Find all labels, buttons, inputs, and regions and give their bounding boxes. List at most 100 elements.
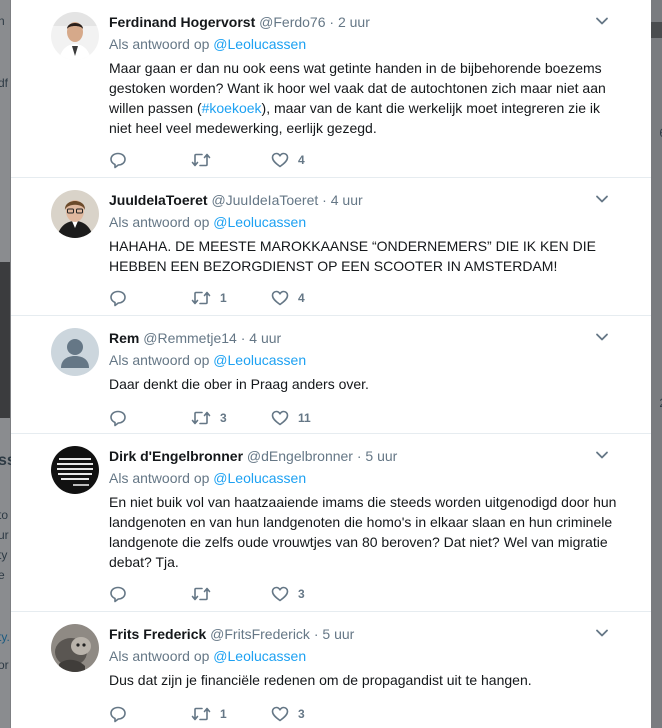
tweet-header: Rem @Remmetje14 · 4 uur (109, 328, 621, 348)
retweet-button[interactable]: 1 (191, 704, 227, 724)
reply-context: Als antwoord op @Leolucassen (109, 646, 306, 666)
retweet-count: 1 (220, 291, 227, 305)
like-icon (271, 409, 289, 427)
reply-label: Als antwoord op (109, 214, 210, 230)
hashtag-link[interactable]: #koekoek (202, 100, 262, 116)
like-button[interactable]: 3 (271, 704, 305, 724)
tweet[interactable]: Rem @Remmetje14 · 4 uur Als antwoord op … (11, 316, 651, 434)
tweet-actions: 3 (109, 584, 409, 604)
tweet-actions: 3 11 (109, 408, 409, 428)
chevron-down-icon[interactable] (595, 626, 609, 640)
separator-dot: · (322, 192, 327, 208)
user-handle[interactable]: @Remmetje14 (143, 330, 237, 346)
user-handle[interactable]: @FritsFrederick (210, 626, 310, 642)
separator-dot: · (356, 448, 362, 464)
background-snippet: to (0, 508, 9, 522)
timestamp[interactable]: 2 uur (338, 14, 370, 30)
retweet-icon (191, 409, 211, 427)
reply-context: Als antwoord op @Leolucassen (109, 350, 306, 370)
separator-dot: · (313, 626, 319, 642)
avatar[interactable] (51, 328, 99, 376)
avatar[interactable] (51, 12, 99, 60)
tweet-actions: 1 4 (109, 288, 409, 308)
mention-link[interactable]: @Leolucassen (213, 352, 306, 368)
retweet-count: 3 (220, 411, 227, 425)
tweet-text: Dus dat zijn je financiële redenen om de… (109, 672, 532, 688)
tweet-header: Ferdinand Hogervorst @Ferdo76 · 2 uur (109, 12, 621, 32)
timestamp[interactable]: 5 uur (365, 448, 397, 464)
display-name[interactable]: Ferdinand Hogervorst (109, 14, 255, 30)
reply-context: Als antwoord op @Leolucassen (109, 34, 306, 54)
user-handle[interactable]: @JuuIdeIaToeret (211, 192, 318, 208)
default-avatar-icon (51, 328, 99, 376)
reply-label: Als antwoord op (109, 470, 210, 486)
chevron-down-icon[interactable] (595, 14, 609, 28)
like-count: 4 (298, 291, 305, 305)
separator-dot: · (329, 14, 335, 30)
timestamp[interactable]: 5 uur (322, 626, 354, 642)
like-count: 3 (298, 587, 305, 601)
background-image-block (0, 262, 10, 418)
reply-button[interactable] (109, 408, 136, 428)
tweet-text: Daar denkt die ober in Praag anders over… (109, 376, 369, 392)
like-button[interactable]: 11 (271, 408, 311, 428)
chevron-down-icon[interactable] (595, 192, 609, 206)
reply-label: Als antwoord op (109, 352, 210, 368)
display-name[interactable]: JuuIdeIaToeret (109, 192, 208, 208)
background-snippet: n (0, 14, 5, 28)
reply-button[interactable] (109, 288, 136, 308)
timestamp[interactable]: 4 uur (331, 192, 363, 208)
retweet-button[interactable]: 1 (191, 288, 227, 308)
avatar[interactable] (51, 190, 99, 238)
reply-icon (109, 705, 127, 723)
tweet-actions: 4 (109, 150, 409, 170)
background-snippet: e (0, 568, 5, 582)
tweet-text: Maar gaan er dan nu ook eens wat getinte… (109, 58, 619, 138)
like-icon (271, 289, 289, 307)
display-name[interactable]: Frits Frederick (109, 626, 206, 642)
reply-button[interactable] (109, 584, 136, 604)
tweet[interactable]: Dirk d'Engelbronner @dEngelbronner · 5 u… (11, 434, 651, 612)
reply-button[interactable] (109, 150, 136, 170)
like-icon (271, 151, 289, 169)
chevron-down-icon[interactable] (595, 448, 609, 462)
user-handle[interactable]: @dEngelbronner (247, 448, 353, 464)
background-snippet: ur (0, 528, 9, 542)
reply-label: Als antwoord op (109, 36, 210, 52)
like-button[interactable]: 4 (271, 288, 305, 308)
mention-link[interactable]: @Leolucassen (213, 214, 306, 230)
retweet-button[interactable] (191, 584, 220, 604)
mention-link[interactable]: @Leolucassen (213, 470, 306, 486)
chevron-down-icon[interactable] (595, 330, 609, 344)
reply-label: Als antwoord op (109, 648, 210, 664)
retweet-icon (191, 585, 211, 603)
reply-timeline[interactable]: Ferdinand Hogervorst @Ferdo76 · 2 uur Al… (11, 0, 651, 728)
retweet-button[interactable] (191, 150, 220, 170)
reply-context: Als antwoord op @Leolucassen (109, 468, 306, 488)
background-snippet: ty (0, 548, 8, 562)
retweet-button[interactable]: 3 (191, 408, 227, 428)
like-button[interactable]: 3 (271, 584, 305, 604)
retweet-icon (191, 289, 211, 307)
timestamp[interactable]: 4 uur (249, 330, 281, 346)
mention-link[interactable]: @Leolucassen (213, 648, 306, 664)
retweet-icon (191, 705, 211, 723)
background-snippet: or (0, 658, 9, 672)
avatar[interactable] (51, 446, 99, 494)
reply-button[interactable] (109, 704, 136, 724)
like-button[interactable]: 4 (271, 150, 305, 170)
like-icon (271, 585, 289, 603)
display-name[interactable]: Dirk d'Engelbronner (109, 448, 243, 464)
avatar[interactable] (51, 624, 99, 672)
tweet[interactable]: Frits Frederick @FritsFrederick · 5 uur … (11, 612, 651, 728)
reply-icon (109, 289, 127, 307)
mention-link[interactable]: @Leolucassen (213, 36, 306, 52)
tweet[interactable]: JuuIdeIaToeret @JuuIdeIaToeret · 4 uur A… (11, 178, 651, 316)
separator-dot: · (240, 330, 246, 346)
tweet[interactable]: Ferdinand Hogervorst @Ferdo76 · 2 uur Al… (11, 0, 651, 178)
user-handle[interactable]: @Ferdo76 (259, 14, 325, 30)
like-count: 3 (298, 707, 305, 721)
background-snippet: df (0, 76, 9, 90)
display-name[interactable]: Rem (109, 330, 139, 346)
tweet-text: HAHAHA. DE MEESTE MAROKKAANSE “ONDERNEME… (109, 238, 596, 274)
